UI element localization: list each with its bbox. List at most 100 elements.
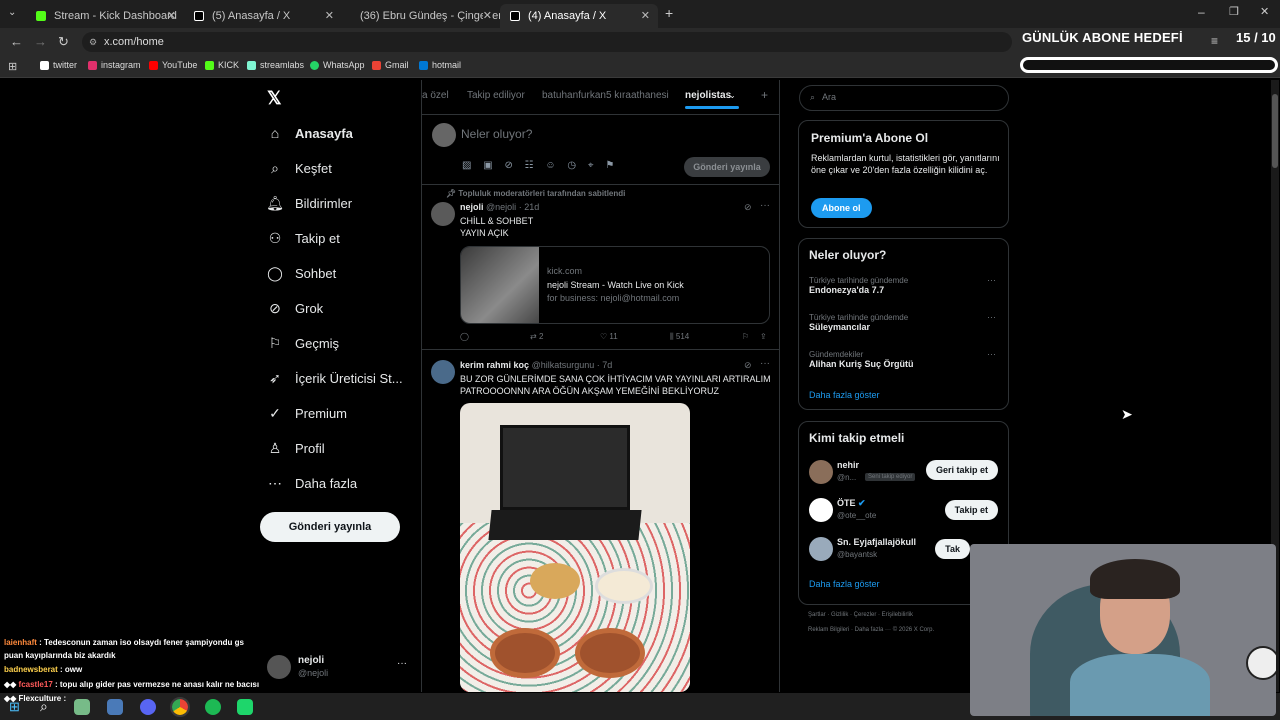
close-icon[interactable]: ✕ — [482, 9, 492, 22]
poll-icon[interactable]: ☷ — [525, 160, 534, 171]
post-button[interactable]: Gönderi yayınla — [260, 512, 400, 542]
avatar[interactable] — [431, 202, 455, 226]
schedule-icon[interactable]: ◷ — [567, 160, 576, 171]
tab-special[interactable]: a özel — [422, 90, 449, 101]
avatar[interactable] — [809, 460, 833, 484]
tab-x-home-4[interactable]: (4) Anasayfa / X ✕ — [500, 4, 658, 28]
post-image[interactable] — [460, 403, 690, 692]
views-button[interactable]: ⫼ 514 — [670, 332, 689, 342]
apps-grid-icon[interactable]: ⊞ — [8, 60, 17, 73]
tab-community-kiraathanesi[interactable]: batuhanfurkan5 kıraathanesi — [542, 90, 669, 101]
sidebar-item-notifications[interactable]: 🔔︎ Bildirimler — [266, 191, 352, 215]
close-icon[interactable]: ✕ — [641, 9, 650, 22]
grok-icon[interactable]: ⊘ — [744, 202, 752, 213]
chrome-icon[interactable] — [170, 697, 190, 717]
suggestion-name[interactable]: Sn. Eyjafjallajökull — [837, 537, 916, 547]
tab-following[interactable]: Takip ediliyor — [467, 90, 525, 101]
avatar[interactable] — [431, 360, 455, 384]
author-handle[interactable]: @nejoli — [486, 202, 516, 212]
show-more-link[interactable]: Daha fazla göster — [809, 579, 880, 589]
share-icon[interactable]: ⇪ — [760, 332, 767, 341]
author-name[interactable]: kerim rahmi koç — [460, 360, 529, 370]
new-tab-icon[interactable]: + — [665, 5, 673, 21]
forward-icon[interactable]: → — [34, 34, 47, 49]
footer-links[interactable]: Reklam Bilgileri · Daha fazla ··· © 2026… — [808, 627, 934, 633]
bookmark-youtube[interactable]: YouTube — [149, 60, 197, 70]
tab-youtube[interactable]: (36) Ebru Gündeş - Çingenem ( ✕ — [342, 4, 500, 28]
author-handle[interactable]: @hilkatsurgunu — [532, 360, 595, 370]
bookmark-streamlabs[interactable]: streamlabs — [247, 60, 304, 70]
show-more-link[interactable]: Daha fazla göster — [809, 390, 880, 400]
bookmark-whatsapp[interactable]: WhatsApp — [310, 60, 365, 70]
follow-button[interactable]: Tak — [935, 539, 970, 559]
close-icon[interactable]: ✕ — [325, 9, 334, 22]
sidebar-item-profile[interactable]: ♙ Profil — [267, 436, 325, 460]
link-card[interactable]: kick.com nejoli Stream - Watch Live on K… — [460, 246, 770, 324]
sidebar-item-more[interactable]: ⋯ Daha fazla — [267, 471, 357, 495]
scrollbar-thumb[interactable] — [1272, 94, 1278, 168]
flag-icon[interactable]: ⚑ — [605, 160, 614, 171]
site-info-icon[interactable]: ⚙ — [89, 32, 97, 52]
address-bar[interactable]: ⚙ x.com/home — [82, 32, 1012, 52]
x-logo-icon[interactable]: 𝕏 — [267, 88, 282, 109]
close-icon[interactable]: ✕ — [167, 9, 176, 22]
composer-post-button[interactable]: Gönderi yayınla — [684, 157, 770, 177]
tab-list-icon[interactable]: ⌄ — [8, 7, 16, 18]
trend-item[interactable]: Türkiye tarihinde gündemde Süleymancılar — [809, 313, 908, 332]
more-icon[interactable]: ··· — [987, 275, 996, 285]
app-icon[interactable] — [107, 699, 123, 715]
tab-kick-dashboard[interactable]: Stream - Kick Dashboard ✕ — [26, 4, 184, 28]
bookmark-icon[interactable]: ⚐ — [742, 332, 749, 341]
account-more-icon[interactable]: ··· — [397, 658, 407, 669]
retweet-button[interactable]: ⇄ 2 — [530, 332, 543, 341]
bookmark-kick[interactable]: KICK — [205, 60, 239, 70]
sidebar-item-chat[interactable]: ◯ Sohbet — [267, 261, 336, 285]
chevron-down-icon[interactable]: ⌄ — [729, 91, 736, 100]
more-icon[interactable]: ··· — [987, 312, 996, 322]
task-view-icon[interactable] — [74, 699, 90, 715]
avatar[interactable] — [809, 537, 833, 561]
bookmark-instagram[interactable]: instagram — [88, 60, 141, 70]
sidebar-item-explore[interactable]: ⌕ Keşfet — [267, 156, 332, 180]
subscribe-button[interactable]: Abone ol — [811, 198, 872, 218]
avatar[interactable] — [267, 655, 291, 679]
window-close-icon[interactable]: ✕ — [1260, 5, 1269, 18]
gif-icon[interactable]: ▣ — [483, 160, 492, 171]
footer-links[interactable]: Şartlar · Gizlilik · Çerezler · Erişileb… — [808, 612, 913, 618]
sidebar-item-follow[interactable]: ⚇ Takip et — [267, 226, 340, 250]
sidebar-item-grok[interactable]: ⊘ Grok — [267, 296, 323, 320]
bookmark-twitter[interactable]: twitter — [40, 60, 77, 70]
location-icon[interactable]: ⌖ — [588, 160, 594, 171]
discord-icon[interactable] — [140, 699, 156, 715]
author-name[interactable]: nejoli — [460, 202, 484, 212]
more-icon[interactable]: ··· — [760, 358, 770, 369]
tab-nejolistas[interactable]: nejolistas — [685, 90, 731, 101]
tab-x-home-5[interactable]: (5) Anasayfa / X ✕ — [184, 4, 342, 28]
spotify-icon[interactable] — [205, 699, 221, 715]
more-icon[interactable]: ··· — [987, 349, 996, 359]
bookmark-gmail[interactable]: Gmail — [372, 60, 409, 70]
search-box[interactable]: ⌕ Ara — [799, 85, 1009, 111]
trend-item[interactable]: Türkiye tarihinde gündemde Endonezya'da … — [809, 276, 908, 295]
more-icon[interactable]: ··· — [760, 200, 770, 211]
follow-button[interactable]: Takip et — [944, 500, 998, 520]
follow-back-button[interactable]: Geri takip et — [925, 460, 998, 480]
grok-icon[interactable]: ⊘ — [504, 160, 512, 171]
post-time[interactable]: 21d — [524, 202, 539, 212]
minimize-icon[interactable]: – — [1198, 5, 1205, 19]
suggestion-name[interactable]: nehir — [837, 460, 859, 470]
sidebar-item-home[interactable]: ⌂ Anasayfa — [267, 121, 353, 145]
reload-icon[interactable]: ↻ — [58, 34, 69, 50]
sidebar-item-premium[interactable]: ✓ Premium — [267, 401, 347, 425]
avatar[interactable] — [809, 498, 833, 522]
streamlabs-icon[interactable] — [237, 699, 253, 715]
post-time[interactable]: 7d — [602, 360, 612, 370]
back-icon[interactable]: ← — [10, 34, 23, 49]
sidebar-item-bookmarks[interactable]: ⚐ Geçmiş — [267, 331, 339, 355]
reply-icon[interactable]: ◯ — [460, 332, 469, 341]
composer-input[interactable]: Neler oluyor? — [461, 127, 532, 141]
media-icon[interactable]: ≡ — [1211, 34, 1218, 48]
like-button[interactable]: ♡ 11 — [600, 332, 618, 341]
sidebar-item-creator-studio[interactable]: ➶ İçerik Üreticisi St... — [267, 366, 403, 390]
restore-icon[interactable]: ❐ — [1229, 5, 1239, 18]
